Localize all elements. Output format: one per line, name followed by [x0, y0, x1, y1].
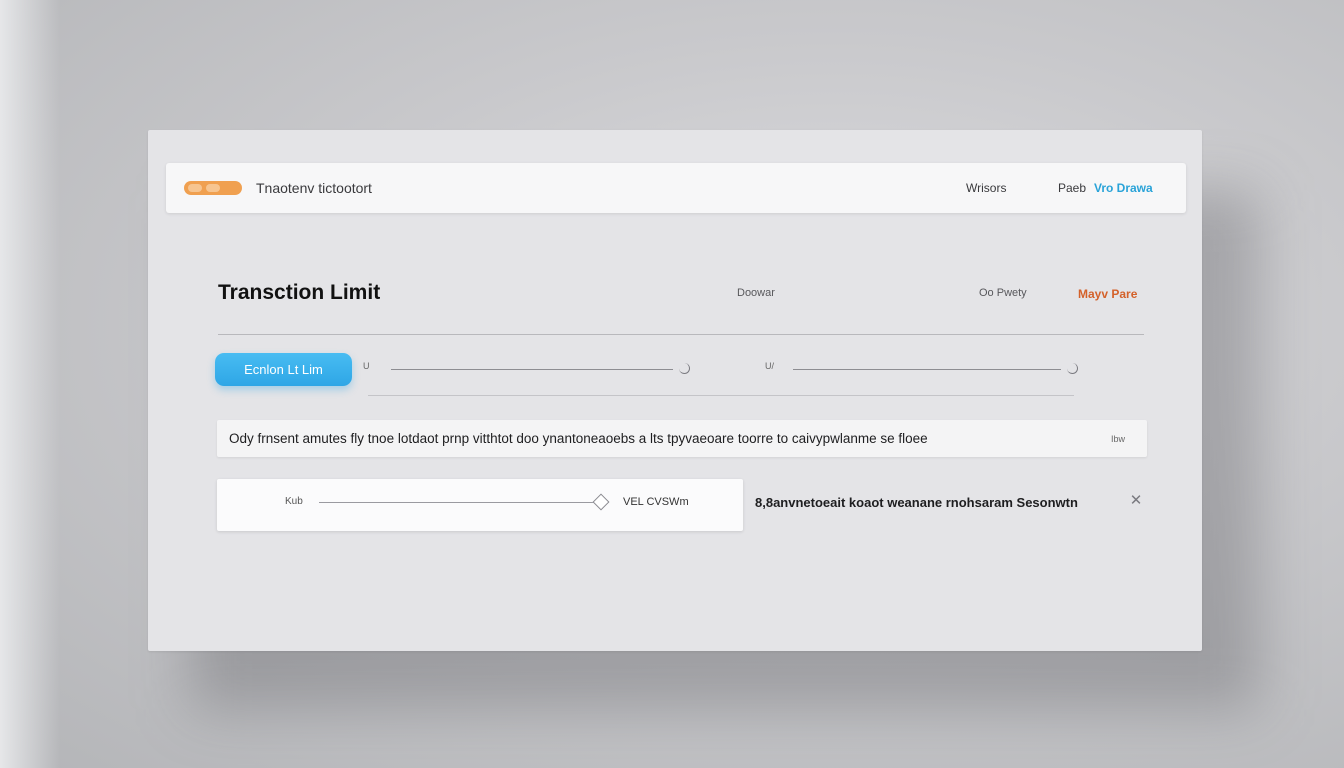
range-slider-left-label: U [363, 361, 370, 371]
close-icon[interactable]: ✕ [1127, 492, 1145, 510]
enable-limit-button[interactable]: Ecnlon Lt Lim [215, 353, 352, 386]
range-slider-right-handle-icon[interactable] [1067, 363, 1078, 374]
range-slider-left[interactable]: U [363, 361, 693, 375]
limit-slider-box: Kub VEL CVSWm [217, 479, 743, 531]
column-label-mayv-pare[interactable]: Mayv Pare [1078, 287, 1137, 301]
info-banner: Ody frnsent amutes fly tnoe lotdaot prnp… [217, 420, 1147, 457]
range-slider-right-label: U/ [765, 361, 774, 371]
nav-item-paeb[interactable]: Paeb [1058, 181, 1086, 195]
top-bar: Tnaotenv tictootort Wrisors Paeb Vro Dra… [166, 163, 1186, 213]
column-label-oo-pwety: Oo Pwety [979, 287, 1027, 299]
nav-item-wrisors[interactable]: Wrisors [966, 181, 1006, 195]
limit-slider-track[interactable] [319, 502, 599, 503]
column-label-doowar: Doowar [737, 287, 775, 299]
limit-description: 8,8anvnetoeait koaot weanane rnohsaram S… [755, 495, 1078, 510]
page-title: Transction Limit [218, 281, 381, 304]
app-title: Tnaotenv tictootort [256, 180, 372, 196]
wall-light [0, 0, 60, 768]
range-slider-left-handle-icon[interactable] [679, 363, 690, 374]
range-slider-right-track[interactable] [793, 369, 1061, 370]
nav-link-vro-drawa[interactable]: Vro Drawa [1094, 181, 1153, 195]
transaction-limit-panel: Tnaotenv tictootort Wrisors Paeb Vro Dra… [148, 130, 1202, 651]
limit-slider-value: VEL CVSWm [623, 496, 689, 508]
info-banner-tag[interactable]: Ibw [1111, 434, 1125, 444]
slider-underline [368, 395, 1074, 396]
info-banner-text: Ody frnsent amutes fly tnoe lotdaot prnp… [229, 431, 928, 446]
section-divider [218, 334, 1144, 335]
range-slider-left-track[interactable] [391, 369, 673, 370]
limit-slider-label: Kub [285, 496, 303, 507]
range-slider-right[interactable]: U/ [765, 361, 1085, 375]
orange-pill-logo-icon[interactable] [184, 181, 242, 195]
limit-slider-thumb[interactable] [592, 493, 610, 511]
